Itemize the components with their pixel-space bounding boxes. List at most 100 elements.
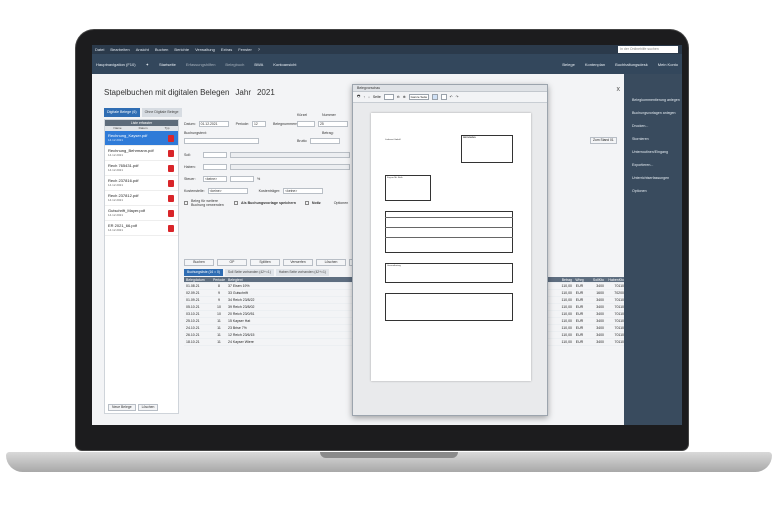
sidebar-item-unterroutinen[interactable]: Unterroutinen/Eingang [632,150,682,154]
haben-field[interactable] [203,164,227,170]
header-habenkto[interactable]: HabenKto [604,278,624,282]
table-row[interactable]: 18.10.21 11 24 Kayser Wiere [184,339,354,346]
belege-button[interactable]: Belege [562,62,574,67]
tab-haben-seite[interactable]: Haben Seite vorhanden (42+=1) [275,269,329,276]
betrag-field[interactable] [309,138,340,144]
sidebar-item-stornieren[interactable]: Stornieren [632,137,682,141]
kuerzel-field[interactable] [297,121,315,127]
rotate-left-icon[interactable]: ↶ [450,95,453,99]
kostentraeger-select[interactable]: <keine> [283,188,324,194]
tab-buchungsliste[interactable]: Buchungsliste (16 = 0) [184,269,223,276]
menu-item-datei[interactable]: Datei [95,47,104,52]
tab-digitale-belege[interactable]: Digitale Belege (6) [104,108,140,117]
header-belegtext[interactable]: Belegtext [228,278,288,282]
header-periode[interactable]: Periode [210,278,228,282]
menu-item-fenster[interactable]: Fenster [238,47,252,52]
save-state-button[interactable]: Zum Stand 01 [590,137,617,144]
help-search-input[interactable]: In der Onlinehilfe suchen [618,46,678,53]
zoom-select[interactable]: Ganze Seite [408,94,429,100]
sidebar-item-drucken[interactable]: Drucken... [632,124,682,128]
datum-field[interactable]: 01.12.2021 [198,121,229,127]
fit-page-icon[interactable] [431,94,438,100]
desk-button[interactable]: Buchhaltungsdesk [615,62,648,67]
table-row[interactable]: 110,00 EUR 3400 70110 [547,297,624,304]
list-item[interactable]: Rechnung_Kayser.pdf 14.12.2021 [105,131,178,146]
check2-checkbox[interactable] [234,201,238,205]
menu-item-help[interactable]: ? [258,47,260,52]
list-item[interactable]: Gutschrift_Mayer.pdf 14.12.2021 [105,206,178,221]
sidebar-item-belegkommentierung[interactable]: Belegkommentierung anlegen [632,98,682,102]
table-row[interactable]: 110,00 EUR 1600 70200 [547,290,624,297]
header-sollkto[interactable]: SollKto [587,278,604,282]
breadcrumb-belegbuch[interactable]: Belegbuch [225,62,244,67]
table-row[interactable]: 110,00 EUR 3400 70110 [547,311,624,318]
table-row[interactable]: 110,00 EUR 3400 70110 [547,304,624,311]
kostenstelle-select[interactable]: <keine> [207,188,248,194]
menu-item-berichte[interactable]: Berichte [174,47,189,52]
notiz-checkbox[interactable] [304,201,309,205]
page-down-icon[interactable]: ↓ [368,95,370,99]
steuer-select[interactable]: <keine> [203,176,227,182]
fit-width-icon[interactable] [440,94,447,100]
breadcrumb-erfassung[interactable]: Erfassungshilfen [186,62,216,67]
zoom-out-icon[interactable]: ⊖ [397,95,400,99]
table-row[interactable]: 110,00 EUR 3400 70110 [547,318,624,325]
list-item[interactable]: ER 2021_66.pdf 14.12.2021 [105,221,178,236]
sidebar-item-unterrichtserfassungen[interactable]: Unterrichtserfassungen [632,176,682,180]
header-betrag[interactable]: Betrag [547,278,572,282]
table-row[interactable]: 110,00 EUR 3400 70110 [547,332,624,339]
verwerfen-button[interactable]: Verwerfen [283,259,313,266]
table-row[interactable]: 01.09.21 9 34 Reich 23/8/22 [184,297,354,304]
soll-field[interactable] [203,152,227,158]
delete-button[interactable]: Löschen [137,404,159,411]
buchen-button[interactable]: Buchen [184,259,214,266]
rotate-right-icon[interactable]: ↷ [456,95,459,99]
table-row[interactable]: 03.10.21 10 20 Reich 23/0/51 [184,311,354,318]
sidebar-item-exportieren[interactable]: Exportieren... [632,163,682,167]
header-belegdatum[interactable]: Belegdatum [184,278,210,282]
menu-item-buchen[interactable]: Buchen [155,47,169,52]
page-up-icon[interactable]: ↑ [363,95,365,99]
pin-icon[interactable]: ✦ [146,62,149,67]
list-item[interactable]: Rechnung_Behrmann.pdf 14.12.2021 [105,146,178,161]
table-row[interactable]: 05.10.21 10 39 Reich 23/8/02 [184,304,354,311]
menu-item-extras[interactable]: Extras [221,47,232,52]
main-nav-button[interactable]: Hauptnavigation (F10) [96,62,136,67]
close-icon[interactable]: x [617,86,621,93]
sidebar-item-optionen[interactable]: Optionen [632,189,682,193]
list-item[interactable]: Rech 765431.pdf 14.12.2021 [105,161,178,176]
page-number-field[interactable] [383,94,394,100]
nummer-field[interactable]: 25 [318,121,348,127]
table-row[interactable]: 110,00 EUR 3400 70110 [547,339,624,346]
table-row[interactable]: 02.09.21 9 33 Gutschrift [184,290,354,297]
menu-item-bearbeiten[interactable]: Bearbeiten [110,47,129,52]
account-button[interactable]: Mein Konto [658,62,678,67]
tab-ohne-digitale-belege[interactable]: Ohne Digitale Belege [141,108,182,117]
table-row[interactable]: 25.10.21 11 15 Kayser Hat [184,318,354,325]
optionen-button[interactable]: Optionen [334,201,349,205]
table-row[interactable]: 110,00 EUR 3400 70110 [547,283,624,290]
table-row[interactable]: 01.08.21 8 37 Eisen 19% [184,283,354,290]
breadcrumb-bwa[interactable]: BWA [254,62,263,67]
table-row[interactable]: 24.10.21 11 23 Brise 7% [184,325,354,332]
loeschen-button[interactable]: Löschen [316,259,346,266]
breadcrumb-konto[interactable]: Kontoansicht [273,62,296,67]
year-selector[interactable]: 2021 [257,88,275,97]
sidebar-item-buchungsvorlagen[interactable]: Buchungsvorlagen anlegen [632,111,682,115]
buchungstext-field[interactable] [184,138,259,144]
menu-item-ansicht[interactable]: Ansicht [136,47,149,52]
breadcrumb-home[interactable]: Startseite [159,62,176,67]
table-row[interactable]: 110,00 EUR 3400 70110 [547,325,624,332]
periode-field[interactable]: 12 [251,121,266,127]
list-item[interactable]: Rech 237812.pdf 14.12.2021 [105,191,178,206]
check1-checkbox[interactable] [184,201,188,205]
tab-soll-seite[interactable]: Soll Seite vorhanden (42+=1) [224,269,274,276]
splitten-button[interactable]: Splitten [250,259,280,266]
kontenplan-button[interactable]: Kontenplan [585,62,605,67]
op-button[interactable]: OP [217,259,247,266]
menu-item-verwaltung[interactable]: Verwaltung [195,47,215,52]
new-belege-button[interactable]: Neue Belege [108,404,136,411]
table-row[interactable]: 26.10.21 11 12 Reich 23/6/15 [184,332,354,339]
header-whrg[interactable]: Whrg [572,278,587,282]
print-icon[interactable]: 🖶 [357,94,360,100]
